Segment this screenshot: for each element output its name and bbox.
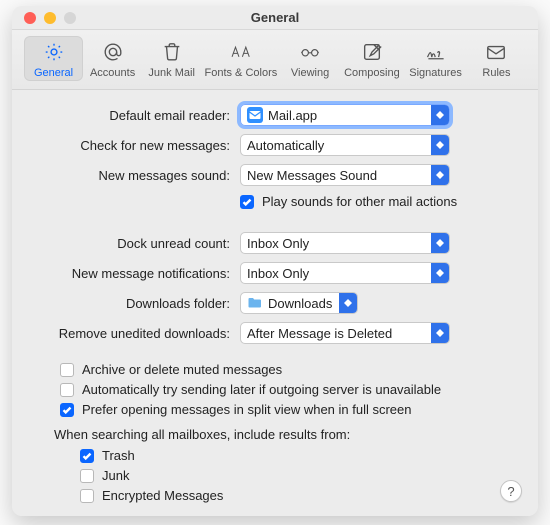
chevron-updown-icon (431, 105, 449, 125)
default-reader-label: Default email reader: (30, 108, 240, 123)
select-value: New Messages Sound (247, 168, 431, 183)
tab-label: Junk Mail (148, 67, 194, 79)
notifications-label: New message notifications: (30, 266, 240, 281)
auto-retry-checkbox[interactable] (60, 383, 74, 397)
tab-label: Viewing (291, 67, 329, 79)
mail-app-icon (247, 107, 263, 123)
signature-icon (425, 40, 447, 64)
search-header-label: When searching all mailboxes, include re… (54, 427, 520, 442)
include-encrypted-checkbox[interactable] (80, 489, 94, 503)
chevron-updown-icon (431, 263, 449, 283)
tab-rules[interactable]: Rules (467, 36, 526, 81)
preferences-toolbar: General Accounts Junk Mail Fonts & Color… (12, 30, 538, 90)
tab-label: Signatures (409, 67, 462, 79)
envelope-icon (485, 40, 507, 64)
check-new-label: Check for new messages: (30, 138, 240, 153)
chevron-updown-icon (431, 233, 449, 253)
auto-retry-label: Automatically try sending later if outgo… (82, 382, 441, 397)
downloads-folder-label: Downloads folder: (30, 296, 240, 311)
select-value: Inbox Only (247, 266, 431, 281)
chevron-updown-icon (431, 165, 449, 185)
play-sounds-checkbox[interactable] (240, 195, 254, 209)
chevron-updown-icon (339, 293, 357, 313)
remove-downloads-label: Remove unedited downloads: (30, 326, 240, 341)
chevron-updown-icon (431, 323, 449, 343)
tab-label: General (34, 67, 73, 79)
chevron-updown-icon (431, 135, 449, 155)
dock-count-select[interactable]: Inbox Only (240, 232, 450, 254)
tab-label: Rules (482, 67, 510, 79)
tab-composing[interactable]: Composing (340, 36, 405, 81)
compose-icon (361, 40, 383, 64)
include-junk-checkbox[interactable] (80, 469, 94, 483)
tab-junkmail[interactable]: Junk Mail (142, 36, 201, 81)
downloads-folder-select[interactable]: Downloads (240, 292, 358, 314)
tab-general[interactable]: General (24, 36, 83, 81)
select-value: Automatically (247, 138, 431, 153)
new-sound-select[interactable]: New Messages Sound (240, 164, 450, 186)
help-button[interactable]: ? (500, 480, 522, 502)
tab-accounts[interactable]: Accounts (83, 36, 142, 81)
include-trash-label: Trash (102, 448, 135, 463)
play-sounds-label: Play sounds for other mail actions (262, 194, 457, 209)
default-reader-select[interactable]: Mail.app (240, 104, 450, 126)
tab-viewing[interactable]: Viewing (281, 36, 340, 81)
tab-label: Composing (344, 67, 400, 79)
select-value: After Message is Deleted (247, 326, 431, 341)
split-view-checkbox[interactable] (60, 403, 74, 417)
split-view-label: Prefer opening messages in split view wh… (82, 402, 412, 417)
window-title: General (12, 10, 538, 25)
include-junk-label: Junk (102, 468, 129, 483)
tab-label: Accounts (90, 67, 135, 79)
tab-fonts[interactable]: Fonts & Colors (201, 36, 280, 81)
select-value: Mail.app (268, 108, 431, 123)
titlebar: General (12, 6, 538, 30)
dock-count-label: Dock unread count: (30, 236, 240, 251)
remove-downloads-select[interactable]: After Message is Deleted (240, 322, 450, 344)
select-value: Downloads (268, 296, 339, 311)
include-trash-checkbox[interactable] (80, 449, 94, 463)
new-sound-label: New messages sound: (30, 168, 240, 183)
trash-icon (161, 40, 183, 64)
tab-signatures[interactable]: Signatures (404, 36, 467, 81)
glasses-icon (299, 40, 321, 64)
archive-muted-label: Archive or delete muted messages (82, 362, 282, 377)
select-value: Inbox Only (247, 236, 431, 251)
notifications-select[interactable]: Inbox Only (240, 262, 450, 284)
check-new-select[interactable]: Automatically (240, 134, 450, 156)
gear-icon (43, 40, 65, 64)
fonts-icon (230, 40, 252, 64)
at-icon (102, 40, 124, 64)
include-encrypted-label: Encrypted Messages (102, 488, 223, 503)
tab-label: Fonts & Colors (204, 67, 277, 79)
folder-icon (247, 295, 263, 311)
archive-muted-checkbox[interactable] (60, 363, 74, 377)
